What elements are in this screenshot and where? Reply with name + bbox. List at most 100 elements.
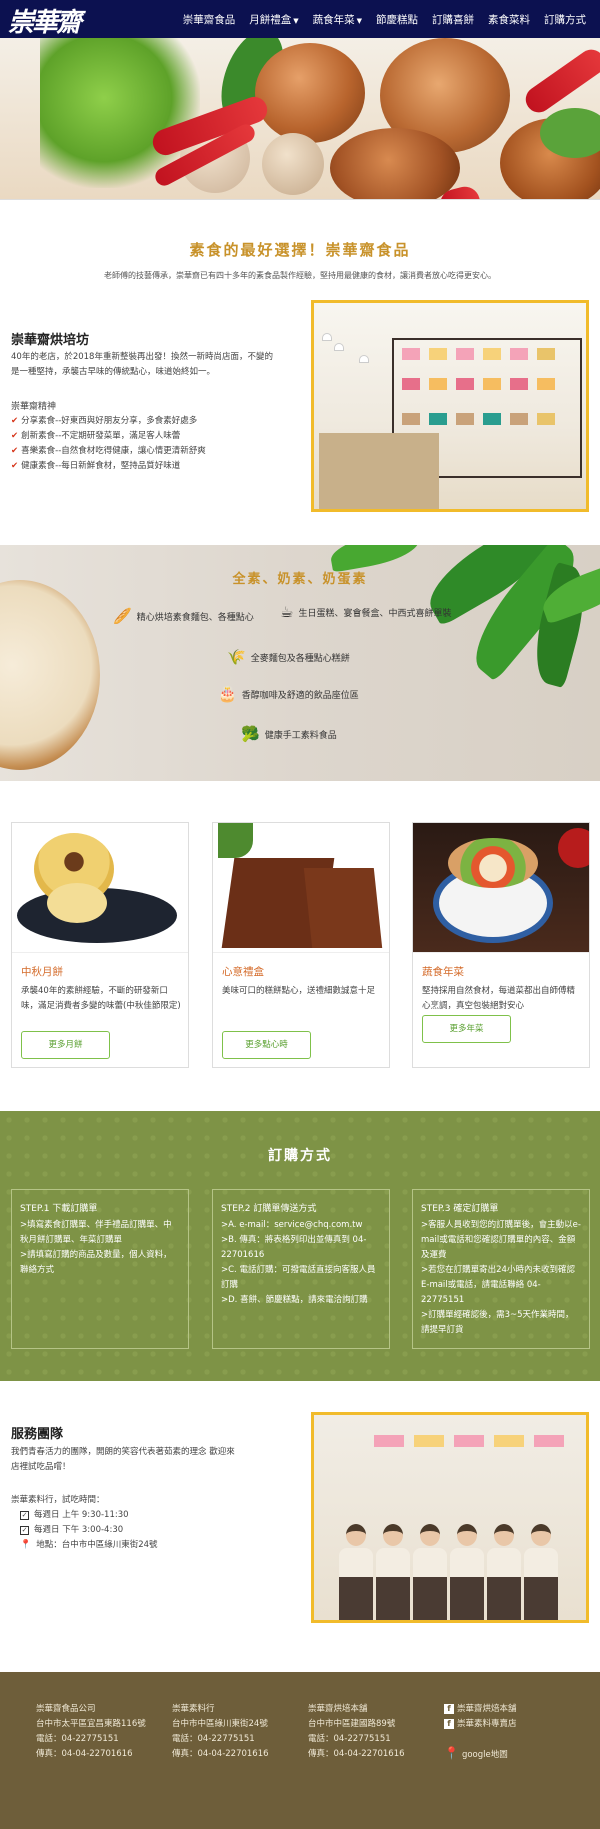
- gift-box: [456, 413, 474, 425]
- gift-box: [510, 413, 528, 425]
- bakery-title: 崇華齋烘培坊: [11, 333, 90, 348]
- staff-member: [376, 1524, 410, 1620]
- wheat-icon: 🌾: [227, 648, 246, 666]
- feature-text: 生日蛋糕、宴會餐盒、中西式喜餅單裝: [298, 608, 452, 619]
- product-description: 美味可口的糕餅點心，送禮細數誠意十足: [222, 986, 376, 996]
- gift-box: [537, 378, 555, 390]
- feature-text: 全麥麵包及各種點心糕餅: [250, 653, 350, 664]
- nav-item-label: 訂購喜餅: [432, 13, 474, 26]
- feature-text: 精心烘培素食麵包、各種點心: [136, 612, 254, 623]
- food-ball: [330, 128, 460, 199]
- product-card-mooncake: 中秋月餅 承襲40年的素餅經驗，不斷的研發新口味，滿足消費者多變的味蕾(中秋佳節…: [11, 822, 189, 1068]
- gift-box: [483, 348, 501, 360]
- counter-decoration: [319, 433, 439, 509]
- feature-item: 🌾 全麥麵包及各種點心糕餅: [227, 648, 350, 666]
- more-snacks-button[interactable]: 更多點心時: [222, 1031, 311, 1059]
- feature-item: 🥖 精心烘培素食麵包、各種點心: [113, 607, 254, 625]
- staff-photo: [311, 1412, 589, 1623]
- checkmark-icon: ✔: [11, 446, 19, 456]
- bakery-description: 40年的老店，於2018年重新整裝再出發！換然一新時尚店面，不變的是一種堅持，承…: [11, 352, 273, 377]
- nav-item-label: 節慶糕點: [376, 13, 418, 26]
- intro-title: 素食的最好選擇！崇華齋食品: [189, 241, 411, 259]
- hours-label: 崇華素料行，試吃時間：: [11, 1495, 105, 1505]
- step-card: STEP.3 確定訂購單 >客服人員收到您的訂購單後，會主動以e-mail或電話…: [412, 1189, 590, 1349]
- google-map-link[interactable]: 📍 google地圖: [444, 1746, 584, 1763]
- gift-box: [537, 413, 555, 425]
- team-description: 我們青春活力的團隊，開朗的笑容代表著茹素的理念 歡迎來店裡試吃品嚐！: [11, 1447, 235, 1472]
- more-mooncakes-button[interactable]: 更多月餅: [21, 1031, 110, 1059]
- caret-down-icon: ▼: [356, 16, 362, 25]
- staff-member: [524, 1524, 558, 1620]
- facebook-link-bakery[interactable]: f 崇華齋烘焙本舖: [444, 1702, 584, 1717]
- feature-text: 香醇咖啡及舒適的飲品座位區: [241, 690, 359, 701]
- gift-box: [402, 378, 420, 390]
- list-item-text: 分享素食--好東西與好朋友分享，多食素好處多: [21, 416, 198, 426]
- footer-phone: 電話：04-22775151: [172, 1734, 255, 1744]
- bread-decoration: [0, 580, 100, 770]
- footer-phone: 電話：04-22775151: [36, 1734, 119, 1744]
- broccoli-icon: 🥦: [241, 725, 260, 743]
- step-line: >訂購單經確認後，需3~5天作業時間，請提早訂貨: [421, 1310, 574, 1335]
- list-item: ✓ 每週日 下午 3:00-4:30: [20, 1523, 158, 1538]
- list-item: ✔ 健康素食--每日新鮮食材，堅持品質好味道: [11, 459, 206, 474]
- logo[interactable]: 崇華齋: [8, 2, 82, 39]
- cup-decoration: [558, 828, 589, 868]
- products-section: 中秋月餅 承襲40年的素餅經驗，不斷的研發新口味，滿足消費者多變的味蕾(中秋佳節…: [0, 781, 600, 1111]
- intro-text: 老師傅的技藝傳承，崇華齋已有四十多年的素食品製作經驗，堅持用最健康的食材，讓消費…: [104, 271, 496, 280]
- gift-box: [534, 1435, 564, 1447]
- footer-col-company: 崇華齋食品公司 台中市太平區宜昌東路116號 電話：04-22775151 傳真…: [36, 1702, 166, 1762]
- list-item: ✔ 分享素食--好東西與好朋友分享，多食素好處多: [11, 414, 206, 429]
- checkbox-icon: ✓: [20, 1511, 29, 1520]
- spirit-list: ✔ 分享素食--好東西與好朋友分享，多食素好處多 ✔ 創新素食--不定期研發菜單，滿…: [11, 414, 206, 474]
- nav-item-label: 月餅禮盒: [249, 13, 292, 26]
- map-pin-icon: 📍: [444, 1746, 459, 1760]
- spirit-title: 崇華齋精神: [11, 402, 57, 412]
- staff-member: [450, 1524, 484, 1620]
- nav-item-newyear-dishes[interactable]: 蔬食年菜 ▼: [313, 12, 362, 27]
- feature-item: 🥦 健康手工素料食品: [241, 725, 337, 743]
- food-ball: [255, 43, 365, 143]
- list-item-text: 喜樂素食--自然食材吃得健康，讓心情更清新舒爽: [21, 446, 206, 456]
- store-interior-photo: [311, 300, 589, 512]
- footer-fax: 傳真：04-04-22701616: [308, 1749, 405, 1759]
- footer-name: 崇華素料行: [172, 1704, 215, 1714]
- product-card-gift-box: 心意禮盒 美味可口的糕餅點心，送禮細數誠意十足 更多點心時: [212, 822, 390, 1068]
- list-item: ✔ 創新素食--不定期研發菜單，滿足客人味蕾: [11, 429, 206, 444]
- team-title: 服務團隊: [11, 1427, 64, 1442]
- step-line: >B. 傳真：將表格列印出並傳真到 04-22701616: [221, 1235, 367, 1260]
- facebook-icon: f: [444, 1719, 454, 1729]
- gift-box: [402, 413, 420, 425]
- nav-item-company[interactable]: 崇華齋食品: [183, 12, 236, 27]
- checkmark-icon: ✔: [11, 461, 19, 471]
- step-line: >若您在訂購單寄出24小時內未收到確認E-mail或電話，請電話聯絡 04-22…: [421, 1265, 575, 1305]
- leaf-decoration: [218, 823, 253, 858]
- footer-address: 台中市太平區宜昌東路116號: [36, 1719, 146, 1729]
- step-title: STEP.1 下載訂購單: [20, 1204, 98, 1214]
- checkmark-icon: ✔: [11, 416, 19, 426]
- footer: 崇華齋食品公司 台中市太平區宜昌東路116號 電話：04-22775151 傳真…: [0, 1672, 600, 1829]
- mooncake-decoration: [47, 883, 107, 923]
- nav-item-festival-cakes[interactable]: 節慶糕點: [376, 12, 418, 27]
- food-decoration: [448, 838, 538, 888]
- gift-box: [429, 413, 447, 425]
- feature-item: ☕ 生日蛋糕、宴會餐盒、中西式喜餅單裝: [280, 603, 451, 621]
- step-line: >客服人員收到您的訂購單後，會主動以e-mail或電話和您確認訂購單的內容、金額…: [421, 1220, 581, 1260]
- nav-item-how-to-order[interactable]: 訂購方式: [544, 12, 586, 27]
- footer-col-ingredients-shop: 崇華素料行 台中市中區綠川東街24號 電話：04-22775151 傳真：04-…: [172, 1702, 302, 1762]
- gift-box: [429, 378, 447, 390]
- footer-name: 崇華齋食品公司: [36, 1704, 96, 1714]
- product-description: 承襲40年的素餅經驗，不斷的研發新口味，滿足消費者多變的味蕾(中秋佳節限定): [21, 986, 181, 1011]
- nav-item-mooncake[interactable]: 月餅禮盒 ▼: [249, 12, 298, 27]
- list-item: 📍 地點：台中市中區綠川東街24號: [20, 1538, 158, 1553]
- more-newyear-dishes-button[interactable]: 更多年菜: [422, 1015, 511, 1043]
- location-pin-icon: 📍: [20, 1540, 32, 1550]
- staff-member: [339, 1524, 373, 1620]
- product-title: 蔬食年菜: [422, 966, 464, 978]
- nav-item-wedding-cakes[interactable]: 訂購喜餅: [432, 12, 474, 27]
- features-banner: 全素、奶素、奶蛋素 🥖 精心烘培素食麵包、各種點心 ☕ 生日蛋糕、宴會餐盒、中西式喜…: [0, 545, 600, 781]
- nav-item-vegetarian-ingredients[interactable]: 素食菜料: [488, 12, 530, 27]
- gift-box-photo: [213, 823, 389, 953]
- facebook-link-shop[interactable]: f 崇華素料專賣店: [444, 1717, 584, 1732]
- feature-text: 健康手工素料食品: [264, 730, 337, 741]
- nav-item-label: 蔬食年菜: [312, 13, 355, 26]
